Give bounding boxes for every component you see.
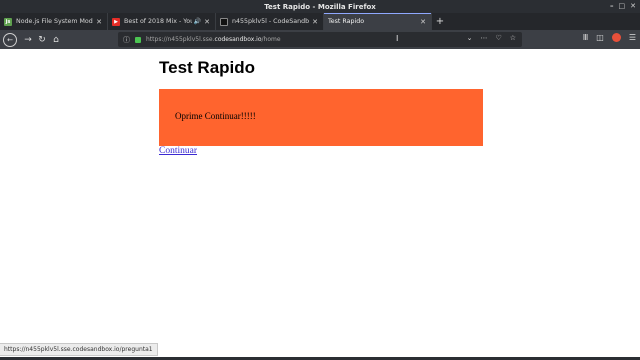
url-bar-actions: ⌄ ⋯ ♡ ☆ bbox=[467, 34, 516, 42]
close-tab-icon[interactable]: ✕ bbox=[420, 18, 426, 26]
nodejs-icon: js bbox=[4, 17, 12, 26]
pocket-icon[interactable]: ♡ bbox=[495, 34, 501, 42]
tab-label: Node.js File System Module bbox=[16, 18, 93, 25]
reload-icon[interactable]: ↻ bbox=[35, 35, 49, 45]
tab-label: Best of 2018 Mix - YouTub bbox=[124, 18, 192, 25]
back-arrow-icon[interactable]: ← bbox=[3, 32, 17, 47]
text-cursor-icon: I bbox=[396, 34, 399, 43]
firefox-account-icon[interactable] bbox=[611, 33, 621, 42]
window-title: Test Rapido - Mozilla Firefox bbox=[264, 2, 376, 11]
toolbar-right: Ⅲ ◫ ☰ bbox=[583, 33, 636, 42]
url-bar[interactable]: ⓘ https://n455pklv5l.sse.codesandbox.io/… bbox=[118, 32, 522, 47]
page-title: Test Rapido bbox=[159, 58, 256, 77]
banner-text: Oprime Continuar!!!!! bbox=[175, 111, 256, 121]
sidebar-icon[interactable]: ◫ bbox=[596, 33, 604, 42]
minimize-icon[interactable]: – bbox=[610, 2, 614, 11]
chevron-down-icon[interactable]: ⌄ bbox=[467, 34, 473, 42]
more-actions-icon[interactable]: ⋯ bbox=[480, 34, 487, 42]
status-bar: https://n455pklv5l.sse.codesandbox.io/pr… bbox=[0, 343, 158, 356]
tab-codesandbox[interactable]: n455pklv5l - CodeSandbox ✕ bbox=[216, 13, 324, 30]
new-tab-icon[interactable]: + bbox=[432, 13, 448, 30]
orange-banner: Oprime Continuar!!!!! bbox=[159, 89, 483, 146]
speaker-icon[interactable]: 🔊 bbox=[194, 18, 201, 25]
lock-icon bbox=[135, 36, 141, 43]
url-text[interactable]: https://n455pklv5l.sse.codesandbox.io/ho… bbox=[146, 36, 281, 43]
tab-nodejs[interactable]: js Node.js File System Module ✕ bbox=[0, 13, 108, 30]
tab-youtube[interactable]: ▶ Best of 2018 Mix - YouTub 🔊 ✕ bbox=[108, 13, 216, 30]
forward-arrow-icon[interactable]: → bbox=[21, 35, 35, 45]
menu-icon[interactable]: ☰ bbox=[629, 33, 636, 42]
tab-label: n455pklv5l - CodeSandbox bbox=[232, 18, 310, 25]
info-icon[interactable]: ⓘ bbox=[123, 35, 130, 45]
window-controls: – □ ✕ bbox=[610, 2, 636, 11]
window-titlebar: Test Rapido - Mozilla Firefox – □ ✕ bbox=[0, 0, 640, 13]
close-tab-icon[interactable]: ✕ bbox=[204, 18, 210, 26]
home-icon[interactable]: ⌂ bbox=[49, 35, 63, 45]
library-icon[interactable]: Ⅲ bbox=[583, 33, 589, 42]
codesandbox-icon bbox=[220, 17, 228, 26]
youtube-icon: ▶ bbox=[112, 17, 120, 26]
close-tab-icon[interactable]: ✕ bbox=[312, 18, 318, 26]
tab-strip: js Node.js File System Module ✕ ▶ Best o… bbox=[0, 13, 640, 30]
close-window-icon[interactable]: ✕ bbox=[630, 2, 636, 11]
tab-label: Test Rapido bbox=[328, 18, 365, 25]
close-tab-icon[interactable]: ✕ bbox=[96, 18, 102, 26]
page-content: Test Rapido Oprime Continuar!!!!! Contin… bbox=[0, 49, 640, 360]
maximize-icon[interactable]: □ bbox=[619, 2, 626, 11]
tab-test-rapido[interactable]: Test Rapido ✕ bbox=[324, 13, 432, 30]
bookmark-star-icon[interactable]: ☆ bbox=[510, 34, 516, 42]
continue-link[interactable]: Continuar bbox=[159, 146, 197, 156]
